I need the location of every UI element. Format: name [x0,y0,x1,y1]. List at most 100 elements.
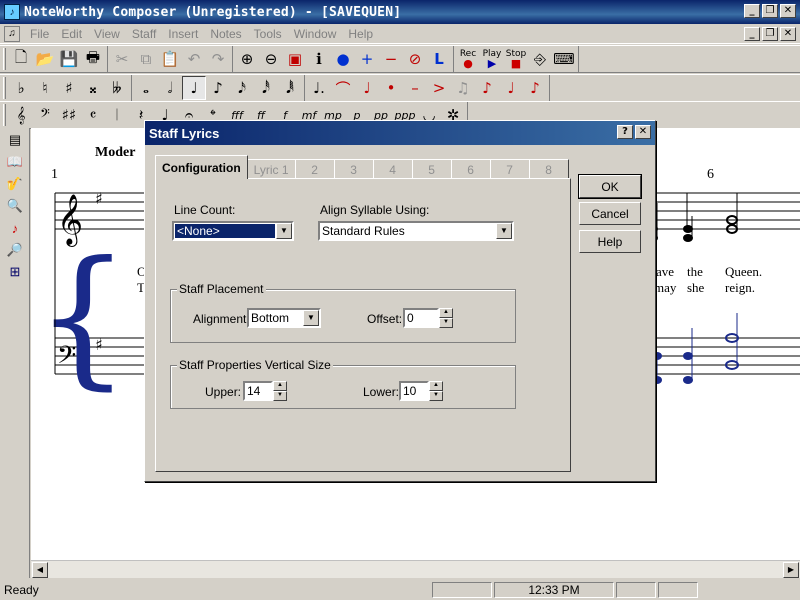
chevron-down-icon[interactable]: ▼ [496,223,512,239]
dialog-title-bar[interactable]: Staff Lyrics [145,121,655,145]
key-signature-icon[interactable]: ♯♯ [57,103,81,127]
note-colors-icon[interactable]: ♪ [4,218,26,238]
stop-button[interactable]: Stop ■ [504,47,528,71]
info-icon[interactable]: ℹ [307,47,331,71]
tab-lyric-8[interactable]: 8 [528,159,569,179]
restore-button[interactable]: ❐ [762,4,778,18]
staff-layers-icon[interactable]: ▤ [4,130,26,150]
upper-input[interactable]: 14 [243,381,273,401]
thirtysecond-note-icon[interactable]: 𝅘𝅥𝅰 [254,76,278,100]
chevron-down-icon[interactable]: ▼ [303,310,319,326]
align-syllable-select[interactable]: Standard Rules ▼ [318,221,514,241]
offset-input[interactable]: 0 [403,308,439,328]
tie-icon[interactable]: ⌒ [331,76,355,100]
add-staff-icon[interactable]: + [355,47,379,71]
toolbar-grip[interactable] [3,48,6,70]
slur-icon[interactable]: ♩ [355,76,379,100]
lower-input[interactable]: 10 [399,381,429,401]
dotted-note-icon[interactable]: ♩. [307,76,331,100]
print-preview-icon[interactable]: 🔍 [4,196,26,216]
menu-staff[interactable]: Staff [126,27,162,41]
sharp-icon[interactable]: ♯ [57,76,81,100]
staccato-icon[interactable]: • [379,76,403,100]
print-icon[interactable]: 🖶 [81,47,105,71]
spin-down-icon[interactable]: ▼ [439,318,453,328]
lower-spinner[interactable]: 10 ▲ ▼ [399,381,443,401]
mdi-restore-button[interactable]: ❐ [762,27,778,41]
menu-help[interactable]: Help [342,27,379,41]
upper-spinner[interactable]: 14 ▲ ▼ [243,381,287,401]
grace-note-icon[interactable]: ♫ [451,76,475,100]
alignment-select[interactable]: Bottom ▼ [247,308,321,328]
cut-icon[interactable]: ✂ [110,47,134,71]
dialog-help-icon[interactable]: ? [617,125,633,139]
zoom-in-icon[interactable]: ⊕ [235,47,259,71]
barline-icon[interactable]: 𝄀 [105,103,129,127]
book-icon[interactable]: 📖 [4,152,26,172]
menu-view[interactable]: View [88,27,126,41]
play-button[interactable]: Play ▶ [480,47,504,71]
tab-lyric-2[interactable]: 2 [294,159,335,179]
new-file-icon[interactable]: 🗋 [9,47,33,71]
tab-lyric-3[interactable]: 3 [333,159,374,179]
paste-icon[interactable]: 📋 [158,47,182,71]
open-folder-icon[interactable]: 📂 [33,47,57,71]
double-sharp-icon[interactable]: 𝄪 [81,76,105,100]
mute-icon[interactable]: ⊘ [403,47,427,71]
globe-icon[interactable]: ● [331,47,355,71]
accent-icon[interactable]: > [427,76,451,100]
midi-icon[interactable]: ⎆ [528,47,552,71]
sixtyfourth-note-icon[interactable]: 𝅘𝅥𝅱 [278,76,302,100]
close-button[interactable]: ✕ [780,4,796,18]
quarter-note-icon[interactable]: ♩ [182,76,206,100]
stem-up-icon[interactable]: ♩ [499,76,523,100]
stem-down-icon[interactable]: ♪ [523,76,547,100]
half-note-icon[interactable]: 𝅗𝅥 [158,76,182,100]
time-signature-icon[interactable]: 𝄴 [81,103,105,127]
double-flat-icon[interactable]: 𝄫 [105,76,129,100]
horizontal-scrollbar[interactable]: ◀ ▶ [31,560,800,578]
tenuto-icon[interactable]: – [403,76,427,100]
document-icon[interactable]: ♫ [4,25,20,42]
natural-icon[interactable]: ♮ [33,76,57,100]
treble-clef-icon[interactable]: 𝄞 [9,103,33,127]
toolbar-grip[interactable] [3,77,6,99]
grid-icon[interactable]: ⊞ [4,262,26,282]
ok-button[interactable]: OK [578,174,642,199]
menu-insert[interactable]: Insert [162,27,204,41]
menu-edit[interactable]: Edit [55,27,88,41]
triplet-icon[interactable]: ♪ [475,76,499,100]
record-button[interactable]: Rec ● [456,47,480,71]
zoom-out-icon[interactable]: ⊖ [259,47,283,71]
menu-window[interactable]: Window [288,27,343,41]
tab-lyric-6[interactable]: 6 [450,159,491,179]
save-icon[interactable]: 💾 [57,47,81,71]
flat-icon[interactable]: ♭ [9,76,33,100]
tab-lyric-7[interactable]: 7 [489,159,530,179]
mdi-close-button[interactable]: ✕ [780,27,796,41]
spin-down-icon[interactable]: ▼ [429,391,443,401]
undo-icon[interactable]: ↶ [182,47,206,71]
spin-down-icon[interactable]: ▼ [273,391,287,401]
dialog-close-icon[interactable]: ✕ [635,125,651,139]
toolbar-grip[interactable] [3,104,6,126]
tab-lyric-4[interactable]: 4 [372,159,413,179]
scroll-right-icon[interactable]: ▶ [783,562,799,578]
mdi-minimize-button[interactable]: _ [744,27,760,41]
cancel-button[interactable]: Cancel [579,202,641,225]
lyrics-icon[interactable]: L [427,47,451,71]
copy-icon[interactable]: ⧉ [134,47,158,71]
tab-lyric-5[interactable]: 5 [411,159,452,179]
menu-tools[interactable]: Tools [248,27,288,41]
spin-up-icon[interactable]: ▲ [429,381,443,391]
bass-clef-icon[interactable]: 𝄢 [33,103,57,127]
offset-spinner[interactable]: 0 ▲ ▼ [403,308,453,328]
tab-lyric-1[interactable]: Lyric 1 [246,159,296,179]
menu-file[interactable]: File [24,27,55,41]
chevron-down-icon[interactable]: ▼ [276,223,292,239]
spin-up-icon[interactable]: ▲ [439,308,453,318]
spin-up-icon[interactable]: ▲ [273,381,287,391]
minimize-button[interactable]: _ [744,4,760,18]
menu-notes[interactable]: Notes [204,27,247,41]
remove-staff-icon[interactable]: − [379,47,403,71]
